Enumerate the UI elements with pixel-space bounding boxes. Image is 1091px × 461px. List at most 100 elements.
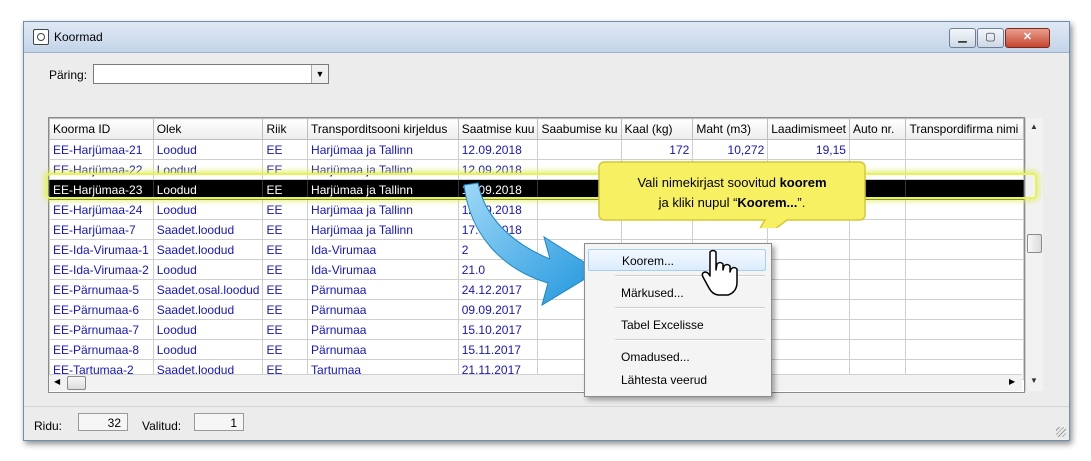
horizontal-scroll-thumb[interactable] [67, 376, 86, 390]
table-cell [905, 319, 1024, 340]
table-cell: EE [262, 319, 309, 340]
table-cell: 172 [620, 139, 694, 160]
window-title: Koormad [54, 30, 103, 44]
table-cell: 15.11.2017 [457, 339, 539, 360]
horizontal-scrollbar[interactable]: ◀ ▶ [49, 374, 1022, 391]
table-cell: Loodud [152, 179, 264, 200]
column-header[interactable]: Olek [152, 118, 264, 140]
table-cell: Ida-Virumaa [307, 259, 459, 280]
table-cell: Harjümaa ja Tallinn [307, 179, 459, 200]
table-cell [905, 339, 1024, 360]
table-cell: EE-Pärnumaa-7 [49, 319, 154, 340]
table-cell [848, 139, 907, 160]
table-cell: Saadet.loodud [152, 299, 264, 320]
column-header[interactable]: Kaal (kg) [620, 118, 694, 140]
table-row[interactable]: EE-Pärnumaa-8 Loodud EE Pärnumaa 15.11.2017 [49, 339, 1024, 360]
table-cell: Harjümaa ja Tallinn [307, 219, 459, 240]
column-header[interactable]: Riik [262, 118, 309, 140]
callout-bold-koorem-button: Koorem... [737, 195, 798, 210]
table-cell: EE [262, 159, 309, 180]
table-cell: EE-Ida-Virumaa-2 [49, 259, 154, 280]
table-cell: Loodud [152, 339, 264, 360]
table-cell: Loodud [152, 319, 264, 340]
table-cell: 12.09.2018 [457, 139, 539, 160]
table-cell [767, 279, 850, 300]
resize-grip-icon[interactable] [1056, 427, 1066, 437]
table-cell: Loodud [152, 139, 264, 160]
table-cell [905, 199, 1024, 220]
selected-label: Valitud: [142, 419, 182, 433]
table-cell [537, 139, 622, 160]
table-cell [905, 259, 1024, 280]
column-header[interactable]: Laadimismeet [767, 118, 850, 140]
table-cell: Pärnumaa [307, 299, 459, 320]
vertical-scroll-thumb[interactable] [1027, 234, 1042, 253]
table-cell [767, 239, 850, 260]
column-header[interactable]: Koorma ID [49, 118, 154, 140]
table-cell: EE-Pärnumaa-6 [49, 299, 154, 320]
table-cell: EE [262, 199, 309, 220]
menu-item-lahtesta-veerud[interactable]: Lähtesta veerud [588, 369, 766, 391]
column-header[interactable]: Saabumise ku [537, 118, 622, 140]
callout-text-start: Vali nimekirjast soovitud [637, 175, 780, 190]
menu-item-omadused[interactable]: Omadused... [588, 346, 766, 368]
dropdown-arrow-icon[interactable]: ▼ [311, 65, 328, 83]
table-cell [767, 319, 850, 340]
table-cell: EE-Harjümaa-22 [49, 159, 154, 180]
table-cell: Ida-Virumaa [307, 239, 459, 260]
table-cell [905, 159, 1024, 180]
table-cell: EE [262, 239, 309, 260]
maximize-button[interactable]: ▢ [977, 28, 1004, 48]
table-cell: EE [262, 219, 309, 240]
table-cell: EE-Pärnumaa-8 [49, 339, 154, 360]
rows-label: Ridu: [34, 419, 63, 433]
close-button[interactable]: ✕ [1005, 28, 1050, 48]
table-cell [767, 259, 850, 280]
table-cell: 19,15 [767, 139, 850, 160]
table-cell [905, 139, 1024, 160]
table-cell [848, 319, 907, 340]
scroll-right-icon[interactable]: ▶ [1009, 377, 1015, 386]
table-cell [905, 179, 1024, 200]
column-header[interactable]: Maht (m3) [692, 118, 769, 140]
column-header[interactable]: Transpordifirma nimi [905, 118, 1024, 140]
column-header[interactable]: Auto nr. [848, 118, 907, 140]
table-cell: 10,272 [692, 139, 769, 160]
table-cell [767, 339, 850, 360]
scroll-down-icon[interactable]: ▼ [1030, 376, 1038, 385]
table-cell [848, 339, 907, 360]
scroll-left-icon[interactable]: ◀ [54, 377, 60, 386]
minimize-button[interactable]: ▁ [949, 28, 976, 48]
table-cell: Saadet.loodud [152, 219, 264, 240]
table-cell [905, 299, 1024, 320]
callout-bold-koorem: koorem [779, 175, 827, 190]
table-cell [848, 299, 907, 320]
selected-count: 1 [194, 413, 244, 431]
menu-separator [615, 307, 765, 309]
scroll-up-icon[interactable]: ▲ [1030, 122, 1038, 131]
table-cell [848, 279, 907, 300]
table-cell [767, 299, 850, 320]
query-select[interactable]: ▼ [93, 64, 329, 84]
table-cell: Harjümaa ja Tallinn [307, 199, 459, 220]
table-cell: EE-Harjümaa-21 [49, 139, 154, 160]
column-header[interactable]: Transporditsooni kirjeldus [307, 118, 459, 140]
table-cell: EE [262, 339, 309, 360]
table-cell [905, 219, 1024, 240]
title-bar[interactable]: Koormad ▁ ▢ ✕ [24, 22, 1069, 53]
callout-text-end: ”. [797, 195, 806, 210]
table-row[interactable]: EE-Pärnumaa-7 Loodud EE Pärnumaa 15.10.2017 [49, 319, 1024, 340]
vertical-scrollbar[interactable]: ▲ ▼ [1025, 118, 1043, 391]
table-cell: Saadet.loodud [152, 239, 264, 260]
menu-item-tabel-excelisse[interactable]: Tabel Excelisse [588, 314, 766, 336]
table-cell: EE [262, 139, 309, 160]
table-cell [905, 279, 1024, 300]
column-header[interactable]: Saatmise kuu [457, 118, 539, 140]
table-cell: EE [262, 299, 309, 320]
table-cell: Pärnumaa [307, 319, 459, 340]
table-cell [848, 239, 907, 260]
table-cell: Harjümaa ja Tallinn [307, 139, 459, 160]
table-row[interactable]: EE-Harjümaa-21 Loodud EE Harjümaa ja Tallin… [49, 139, 1024, 160]
table-cell: Pärnumaa [307, 279, 459, 300]
table-cell: Saadet.osal.loodud [152, 279, 264, 300]
